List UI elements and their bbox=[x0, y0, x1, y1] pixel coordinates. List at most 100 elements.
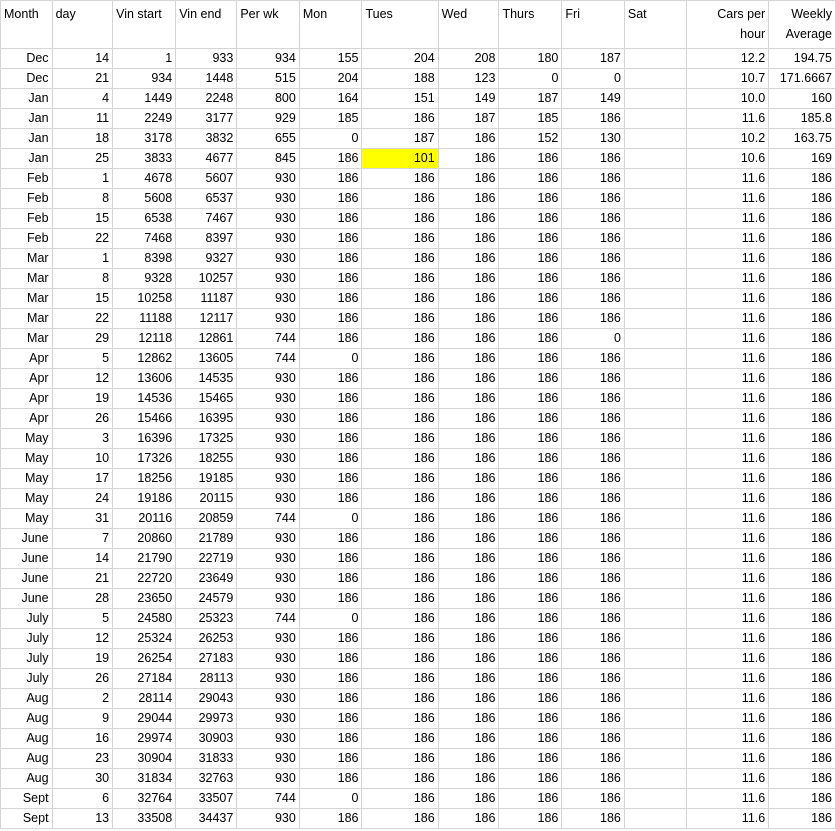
cell-vin-start[interactable]: 14536 bbox=[112, 388, 177, 409]
cell-cars-per-hour[interactable]: 11.6 bbox=[686, 348, 770, 369]
cell-thurs[interactable]: 186 bbox=[498, 448, 563, 469]
cell-cars-per-hour[interactable]: 11.6 bbox=[686, 688, 770, 709]
cell-day[interactable]: 8 bbox=[51, 268, 114, 289]
cell-per-wk[interactable]: 655 bbox=[236, 128, 300, 149]
cell-cars-per-hour[interactable]: 11.6 bbox=[686, 508, 770, 529]
cell-wed[interactable]: 123 bbox=[437, 68, 500, 89]
cell-per-wk[interactable]: 930 bbox=[236, 808, 300, 829]
cell-cars-per-hour[interactable]: 11.6 bbox=[686, 428, 770, 449]
cell-sat[interactable] bbox=[623, 568, 688, 589]
cell-tues[interactable]: 186 bbox=[361, 428, 439, 449]
cell-thurs[interactable]: 186 bbox=[498, 428, 563, 449]
cell-tues[interactable]: 186 bbox=[361, 328, 439, 349]
cell-per-wk[interactable]: 930 bbox=[236, 548, 300, 569]
cell-vin-end[interactable]: 7467 bbox=[175, 208, 238, 229]
cell-thurs[interactable]: 186 bbox=[498, 528, 563, 549]
cell-month[interactable]: June bbox=[0, 548, 53, 569]
cell-sat[interactable] bbox=[623, 548, 688, 569]
cell-day[interactable]: 24 bbox=[51, 488, 114, 509]
cell-vin-start[interactable]: 1 bbox=[112, 48, 177, 69]
cell-fri[interactable]: 186 bbox=[561, 528, 625, 549]
cell-wed[interactable]: 186 bbox=[437, 148, 500, 169]
cell-tues[interactable]: 186 bbox=[361, 468, 439, 489]
cell-vin-start[interactable]: 29974 bbox=[112, 728, 177, 749]
cell-per-wk[interactable]: 930 bbox=[236, 188, 300, 209]
cell-mon[interactable]: 186 bbox=[298, 328, 363, 349]
cell-wed[interactable]: 187 bbox=[437, 108, 500, 129]
cell-cars-per-hour[interactable]: 11.6 bbox=[686, 228, 770, 249]
cell-month[interactable]: Sept bbox=[0, 788, 53, 809]
cell-sat[interactable] bbox=[623, 228, 688, 249]
column-header-day[interactable]: day bbox=[51, 0, 114, 49]
cell-tues[interactable]: 186 bbox=[361, 368, 439, 389]
cell-weekly-average[interactable]: 186 bbox=[768, 328, 836, 349]
cell-mon[interactable]: 186 bbox=[298, 168, 363, 189]
cell-vin-end[interactable]: 12861 bbox=[175, 328, 238, 349]
cell-vin-start[interactable]: 31834 bbox=[112, 768, 177, 789]
cell-month[interactable]: June bbox=[0, 528, 53, 549]
cell-thurs[interactable]: 186 bbox=[498, 148, 563, 169]
cell-wed[interactable]: 186 bbox=[437, 708, 500, 729]
cell-thurs[interactable]: 186 bbox=[498, 748, 563, 769]
cell-tues[interactable]: 204 bbox=[361, 48, 439, 69]
column-header-wed[interactable]: Wed bbox=[437, 0, 500, 49]
cell-thurs[interactable]: 186 bbox=[498, 228, 563, 249]
cell-vin-end[interactable]: 29973 bbox=[175, 708, 238, 729]
cell-weekly-average[interactable]: 186 bbox=[768, 708, 836, 729]
cell-mon[interactable]: 186 bbox=[298, 428, 363, 449]
cell-wed[interactable]: 186 bbox=[437, 268, 500, 289]
cell-cars-per-hour[interactable]: 11.6 bbox=[686, 208, 770, 229]
cell-mon[interactable]: 186 bbox=[298, 268, 363, 289]
cell-wed[interactable]: 186 bbox=[437, 308, 500, 329]
cell-fri[interactable]: 186 bbox=[561, 768, 625, 789]
cell-per-wk[interactable]: 744 bbox=[236, 348, 300, 369]
cell-vin-end[interactable]: 12117 bbox=[175, 308, 238, 329]
cell-sat[interactable] bbox=[623, 708, 688, 729]
cell-day[interactable]: 3 bbox=[51, 428, 114, 449]
cell-day[interactable]: 16 bbox=[51, 728, 114, 749]
cell-sat[interactable] bbox=[623, 648, 688, 669]
cell-day[interactable]: 9 bbox=[51, 708, 114, 729]
cell-month[interactable]: Mar bbox=[0, 308, 53, 329]
cell-weekly-average[interactable]: 186 bbox=[768, 808, 836, 829]
cell-wed[interactable]: 186 bbox=[437, 728, 500, 749]
cell-day[interactable]: 23 bbox=[51, 748, 114, 769]
cell-thurs[interactable]: 186 bbox=[498, 688, 563, 709]
cell-cars-per-hour[interactable]: 11.6 bbox=[686, 708, 770, 729]
cell-tues[interactable]: 186 bbox=[361, 668, 439, 689]
cell-fri[interactable]: 0 bbox=[561, 68, 625, 89]
cell-per-wk[interactable]: 934 bbox=[236, 48, 300, 69]
cell-weekly-average[interactable]: 185.8 bbox=[768, 108, 836, 129]
cell-vin-end[interactable]: 3832 bbox=[175, 128, 238, 149]
cell-per-wk[interactable]: 744 bbox=[236, 608, 300, 629]
cell-day[interactable]: 12 bbox=[51, 628, 114, 649]
cell-fri[interactable]: 186 bbox=[561, 728, 625, 749]
cell-day[interactable]: 15 bbox=[51, 288, 114, 309]
cell-sat[interactable] bbox=[623, 388, 688, 409]
cell-vin-start[interactable]: 25324 bbox=[112, 628, 177, 649]
cell-cars-per-hour[interactable]: 11.6 bbox=[686, 628, 770, 649]
cell-cars-per-hour[interactable]: 11.6 bbox=[686, 168, 770, 189]
cell-mon[interactable]: 186 bbox=[298, 628, 363, 649]
column-header-per-wk[interactable]: Per wk bbox=[236, 0, 300, 49]
cell-vin-start[interactable]: 28114 bbox=[112, 688, 177, 709]
cell-wed[interactable]: 186 bbox=[437, 188, 500, 209]
cell-day[interactable]: 7 bbox=[51, 528, 114, 549]
cell-wed[interactable]: 186 bbox=[437, 228, 500, 249]
cell-weekly-average[interactable]: 186 bbox=[768, 208, 836, 229]
cell-day[interactable]: 22 bbox=[51, 308, 114, 329]
cell-cars-per-hour[interactable]: 11.6 bbox=[686, 648, 770, 669]
cell-per-wk[interactable]: 930 bbox=[236, 708, 300, 729]
cell-weekly-average[interactable]: 186 bbox=[768, 728, 836, 749]
cell-per-wk[interactable]: 930 bbox=[236, 588, 300, 609]
cell-vin-end[interactable]: 933 bbox=[175, 48, 238, 69]
cell-sat[interactable] bbox=[623, 608, 688, 629]
cell-month[interactable]: Aug bbox=[0, 748, 53, 769]
cell-thurs[interactable]: 186 bbox=[498, 408, 563, 429]
cell-vin-end[interactable]: 1448 bbox=[175, 68, 238, 89]
column-header-vin-end[interactable]: Vin end bbox=[175, 0, 238, 49]
cell-vin-start[interactable]: 27184 bbox=[112, 668, 177, 689]
cell-tues[interactable]: 186 bbox=[361, 348, 439, 369]
cell-weekly-average[interactable]: 186 bbox=[768, 248, 836, 269]
cell-cars-per-hour[interactable]: 11.6 bbox=[686, 108, 770, 129]
